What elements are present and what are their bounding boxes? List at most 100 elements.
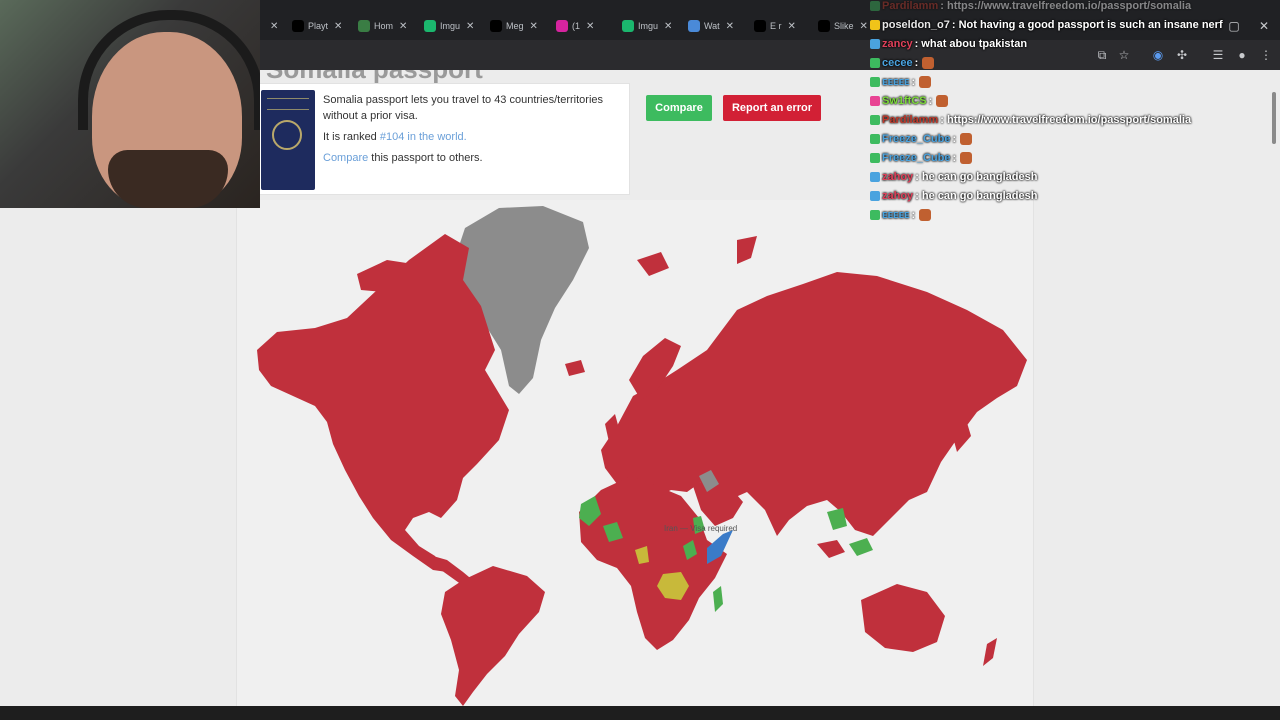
passport-cover-image (261, 90, 315, 190)
chat-emote-icon (936, 95, 949, 107)
compare-link[interactable]: Compare (323, 152, 368, 164)
browser-tab-4[interactable]: (1 ✕ (556, 14, 594, 38)
chat-username: Freeze_Cube (882, 152, 951, 164)
browser-tab-label: E r (770, 21, 782, 31)
chat-text: : (914, 57, 919, 69)
tab-close-icon[interactable]: ✕ (466, 21, 474, 32)
browser-tab-8[interactable]: Slike ✕ (818, 14, 868, 38)
rank-link[interactable]: #104 in the world. (380, 131, 467, 143)
chat-emote-icon (919, 76, 932, 88)
chat-username: ᴇᴇᴇᴇᴇ (882, 209, 910, 221)
browser-tab-7[interactable]: E r ✕ (754, 14, 796, 38)
chat-text: : (911, 76, 916, 88)
chat-text: : (928, 95, 933, 107)
chat-message: Pardilamm: https://www.travelfreedom.io/… (870, 111, 1191, 129)
chat-username: Pardilamm (882, 0, 939, 12)
chat-badge-icon (870, 20, 880, 30)
chat-message: cecee: (870, 54, 935, 72)
chat-badge-icon (870, 1, 880, 11)
map-madagascar[interactable] (713, 586, 723, 612)
chat-emote-icon (960, 133, 973, 145)
page-scrollbar-thumb[interactable] (1272, 92, 1276, 144)
chat-emote-icon (960, 152, 973, 164)
chat-badge-icon (870, 96, 880, 106)
compare-suffix: this passport to others. (368, 152, 483, 164)
compare-line: Compare this passport to others. (323, 150, 483, 166)
browser-tab-label: Playt (308, 21, 329, 31)
report-error-button[interactable]: Report an error (723, 95, 821, 121)
bottom-bar (0, 706, 1280, 720)
browser-tab-label: Hom (374, 21, 394, 31)
browser-tab-label: Wat (704, 21, 720, 31)
streamer-webcam (0, 0, 260, 208)
chat-message: Pardilamm: https://www.travelfreedom.io/… (870, 0, 1191, 15)
chat-message: poseldon_o7: Not having a good passport … (870, 16, 1223, 34)
compare-button[interactable]: Compare (646, 95, 712, 121)
map-australia[interactable] (861, 584, 945, 652)
rank-prefix: It is ranked (323, 131, 380, 143)
coat-of-arms-icon (272, 120, 302, 150)
x-logo-icon (754, 20, 766, 32)
map-south-america[interactable] (441, 566, 545, 706)
tab-close-icon[interactable]: ✕ (530, 21, 538, 32)
rank-line: It is ranked #104 in the world. (323, 129, 467, 145)
imgur-icon (424, 20, 436, 32)
browser-tab-3[interactable]: Meg ✕ (490, 14, 538, 38)
chat-badge-icon (870, 77, 880, 87)
chat-username: cecee (882, 57, 913, 69)
chat-emote-icon (922, 57, 935, 69)
browser-tab-1[interactable]: Hom ✕ (358, 14, 407, 38)
passport-info-box: Somalia passport lets you travel to 43 c… (258, 83, 630, 195)
tab-close-icon[interactable]: ✕ (726, 21, 734, 32)
map-tooltip: Iran — Visa required (664, 524, 738, 533)
stream-chat-overlay: Pardilamm: https://www.travelfreedom.io/… (866, 0, 1280, 226)
tab-close-icon[interactable]: ✕ (334, 21, 342, 32)
chat-message: Freeze_Cube: (870, 130, 973, 148)
chat-badge-icon (870, 39, 880, 49)
map-new-zealand[interactable] (983, 638, 997, 666)
chat-emote-icon (919, 209, 932, 221)
watch-icon (688, 20, 700, 32)
chat-username: Sw1ftCS (882, 95, 927, 107)
chat-message: zahoy: he can go bangladesh (870, 168, 1037, 186)
chat-badge-icon (870, 58, 880, 68)
tab-close-icon[interactable]: ✕ (586, 21, 594, 32)
chat-username: zancy (882, 38, 913, 50)
map-iceland[interactable] (565, 360, 585, 376)
map-indonesia[interactable] (817, 540, 845, 558)
chat-text: : (952, 152, 957, 164)
tab-close-icon[interactable]: ✕ (399, 21, 407, 32)
x-logo-icon (292, 20, 304, 32)
browser-tab-0[interactable]: Playt ✕ (292, 14, 342, 38)
browser-tab-label: Imgu (440, 21, 461, 31)
chat-badge-icon (870, 210, 880, 220)
tab-close-icon[interactable]: ✕ (788, 21, 796, 32)
chat-text: : https://www.travelfreedom.io/passport/… (940, 0, 1192, 12)
browser-tab-6[interactable]: Wat ✕ (688, 14, 734, 38)
map-indonesia-visa-free[interactable] (849, 538, 873, 556)
chat-text: : (952, 133, 957, 145)
tiktok-icon (818, 20, 830, 32)
chat-badge-icon (870, 134, 880, 144)
browser-tab-label: Meg (506, 21, 524, 31)
browser-tab-2[interactable]: Imgu ✕ (424, 14, 474, 38)
page-scrollbar[interactable] (1270, 88, 1278, 704)
map-svalbard[interactable] (637, 252, 669, 276)
map-novaya-zemlya[interactable] (737, 236, 757, 264)
x-logo-icon (490, 20, 502, 32)
imgur-icon (622, 20, 634, 32)
chat-text: : https://www.travelfreedom.io/passport/… (940, 114, 1192, 126)
tab-close-icon[interactable]: ✕ (664, 21, 672, 32)
tab-close-icon[interactable]: ✕ (270, 14, 278, 38)
chat-message: Freeze_Cube: (870, 149, 973, 167)
chat-badge-icon (870, 115, 880, 125)
browser-tab-5[interactable]: Imgu ✕ (622, 14, 672, 38)
chat-username: zahoy (882, 190, 914, 202)
visa-free-summary-cont: without a prior visa. (323, 110, 418, 122)
browser-tab-label: (1 (572, 21, 581, 31)
chat-badge-icon (870, 153, 880, 163)
chat-message: zahoy: he can go bangladesh (870, 187, 1037, 205)
chat-username: ᴇᴇᴇᴇᴇ (882, 76, 910, 88)
chat-text: : (911, 209, 916, 221)
world-map[interactable] (237, 200, 1035, 706)
